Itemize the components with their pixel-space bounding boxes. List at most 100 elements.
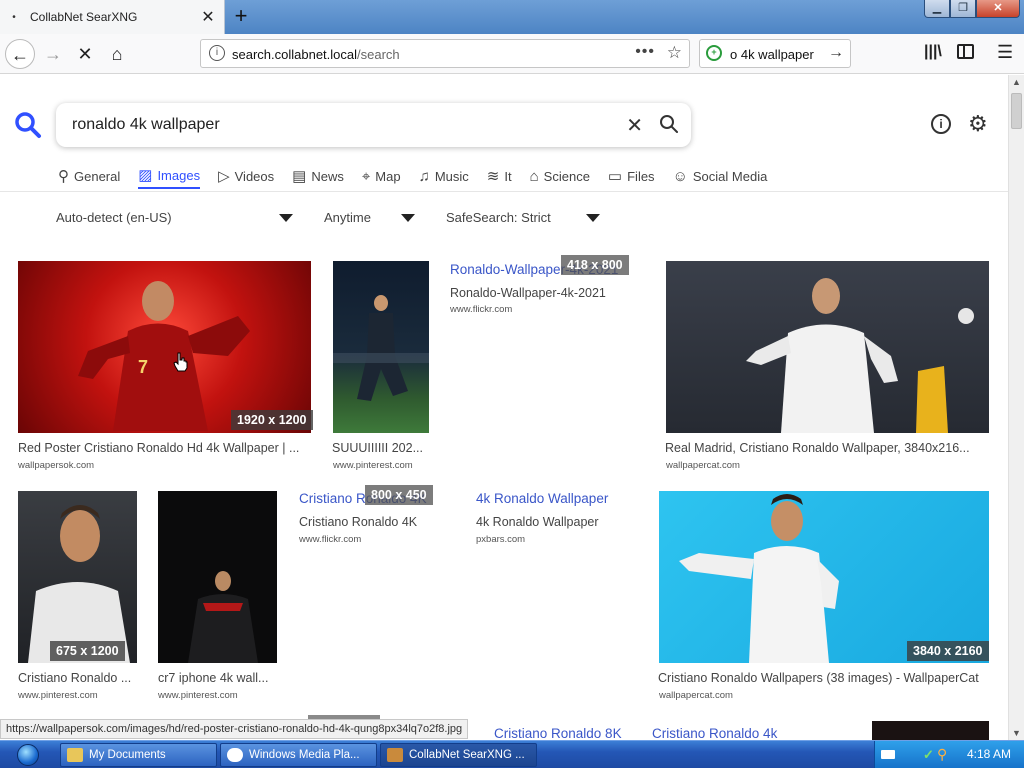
result-title[interactable]: SUUUIIIIII 202... <box>332 441 427 455</box>
stack-icon: ≋ <box>486 168 500 185</box>
safesearch-select[interactable]: SafeSearch: Strict <box>446 210 551 225</box>
time-range-select[interactable]: Anytime <box>324 210 371 225</box>
forward-button[interactable]: → <box>38 39 68 69</box>
site-info-icon[interactable]: i <box>209 45 225 61</box>
result-thumbnail[interactable] <box>158 491 277 663</box>
hamburger-menu-icon[interactable]: ☰ <box>997 42 1013 63</box>
tab-strip: • CollabNet SearXNG ✕ + ▁ ❐ ✕ <box>0 0 1024 34</box>
tab-social-media[interactable]: ☺ Social Media <box>673 163 768 189</box>
image-dimensions: 1920 x 1200 <box>231 410 313 430</box>
result-source[interactable]: www.flickr.com <box>299 534 361 545</box>
result-title[interactable]: Real Madrid, Cristiano Ronaldo Wallpaper… <box>665 441 987 455</box>
result-link[interactable]: Cristiano Ronaldo 8K <box>494 726 622 740</box>
tab-science[interactable]: ⌂ Science <box>530 163 590 189</box>
searxng-logo-icon[interactable] <box>14 111 42 139</box>
chevron-down-icon[interactable] <box>586 214 600 222</box>
search-filters: Auto-detect (en-US) Anytime SafeSearch: … <box>56 210 616 230</box>
scroll-thumb[interactable] <box>1011 93 1022 129</box>
sidebar-toggle-icon[interactable] <box>957 44 974 59</box>
result-source[interactable]: www.pinterest.com <box>158 690 238 701</box>
result-title[interactable]: Cristiano Ronaldo Wallpapers (38 images)… <box>658 671 993 685</box>
ronaldo-real-madrid-image <box>746 278 974 433</box>
maximize-button[interactable]: ❐ <box>950 0 976 18</box>
page-scrollbar[interactable]: ▲ ▼ <box>1008 75 1024 740</box>
folder-icon <box>67 748 83 762</box>
minimize-button[interactable]: ▁ <box>924 0 950 18</box>
url-text[interactable]: search.collabnet.local/search <box>232 47 400 62</box>
browser-icon <box>387 748 403 762</box>
result-thumbnail[interactable] <box>659 491 989 663</box>
page-actions-icon[interactable]: ••• <box>635 43 655 61</box>
result-source[interactable]: www.flickr.com <box>450 304 512 315</box>
image-dimensions: 675 x 1200 <box>50 641 125 661</box>
scroll-down-icon[interactable]: ▼ <box>1012 728 1021 738</box>
taskbar-item-media-player[interactable]: Windows Media Pla... <box>220 743 377 767</box>
close-window-button[interactable]: ✕ <box>976 0 1020 18</box>
tab-videos[interactable]: ▷ Videos <box>218 163 274 189</box>
tab-music[interactable]: ♫ Music <box>419 163 469 189</box>
search-submit-icon[interactable] <box>659 114 679 134</box>
home-button[interactable]: ⌂ <box>102 39 132 69</box>
chevron-down-icon[interactable] <box>401 214 415 222</box>
result-title[interactable]: Ronaldo-Wallpaper-4k-2021 <box>450 286 606 300</box>
browser-search-text[interactable]: o 4k wallpaper <box>730 47 814 62</box>
scroll-up-icon[interactable]: ▲ <box>1012 77 1021 87</box>
chevron-down-icon[interactable] <box>279 214 293 222</box>
taskbar-item-browser[interactable]: CollabNet SearXNG ... <box>380 743 537 767</box>
search-query-box[interactable]: ronaldo 4k wallpaper ✕ <box>56 103 691 147</box>
keyboard-icon[interactable] <box>881 750 895 759</box>
result-link[interactable]: 4k Ronaldo Wallpaper <box>476 491 608 506</box>
result-title[interactable]: Cristiano Ronaldo ... <box>18 671 138 685</box>
result-title[interactable]: Red Poster Cristiano Ronaldo Hd 4k Wallp… <box>18 441 313 455</box>
search-go-icon[interactable]: → <box>828 44 844 62</box>
search-input[interactable]: ronaldo 4k wallpaper <box>72 116 220 134</box>
result-source[interactable]: pxbars.com <box>476 534 525 545</box>
tab-it[interactable]: ≋ It <box>487 163 512 189</box>
result-source[interactable]: wallpapersok.com <box>18 460 94 471</box>
tab-news[interactable]: ▤ News <box>292 163 344 189</box>
tab-close-icon[interactable]: ✕ <box>198 7 218 27</box>
tab-map[interactable]: ⌖ Map <box>362 163 401 189</box>
browser-search-box[interactable]: + o 4k wallpaper → <box>699 39 851 68</box>
result-link[interactable]: Cristiano Ronaldo 4k <box>652 726 777 740</box>
taskbar-item-my-documents[interactable]: My Documents <box>60 743 217 767</box>
search-engine-icon: + <box>706 45 722 61</box>
settings-gear-icon[interactable]: ⚙ <box>968 111 988 137</box>
bookmark-star-icon[interactable]: ☆ <box>667 43 682 63</box>
drive-icon: ▭ <box>607 168 623 185</box>
result-thumbnail[interactable] <box>872 721 989 740</box>
result-thumbnail[interactable] <box>666 261 989 433</box>
back-button[interactable]: ← <box>5 39 35 69</box>
image-icon: ▨ <box>138 167 153 184</box>
result-source[interactable]: www.pinterest.com <box>18 690 98 701</box>
address-bar[interactable]: i search.collabnet.local/search ••• ☆ <box>200 39 690 68</box>
stop-loading-button[interactable]: ✕ <box>70 39 100 69</box>
result-thumbnail[interactable] <box>18 491 137 663</box>
result-thumbnail[interactable]: 7 <box>18 261 311 433</box>
tab-title: CollabNet SearXNG <box>30 10 138 24</box>
result-title[interactable]: cr7 iphone 4k wall... <box>158 671 278 685</box>
browser-tab[interactable]: • CollabNet SearXNG ✕ <box>0 0 225 34</box>
new-tab-button[interactable]: + <box>230 4 252 28</box>
start-button[interactable] <box>2 742 54 768</box>
result-source[interactable]: www.pinterest.com <box>333 460 413 471</box>
tab-files[interactable]: ▭ Files <box>608 163 655 189</box>
info-icon[interactable]: i <box>931 114 951 134</box>
tab-images[interactable]: ▨ Images <box>138 163 201 189</box>
clear-query-icon[interactable]: ✕ <box>626 113 643 138</box>
result-source[interactable]: wallpapercat.com <box>659 690 733 701</box>
library-icon[interactable]: |||\ <box>924 43 942 61</box>
search-results-page: ronaldo 4k wallpaper ✕ i ⚙ ⚲ General ▨ Ima… <box>0 75 1008 740</box>
result-title[interactable]: Cristiano Ronaldo 4K <box>299 515 417 529</box>
ronaldo-portrait-image <box>28 505 130 663</box>
magnifier-icon[interactable]: ⚲ <box>937 746 947 763</box>
result-source[interactable]: wallpapercat.com <box>666 460 740 471</box>
header-divider <box>0 191 1008 192</box>
cr7-dark-image <box>188 571 258 663</box>
clock[interactable]: 4:18 AM <box>967 747 1011 761</box>
result-title[interactable]: 4k Ronaldo Wallpaper <box>476 515 599 529</box>
language-select[interactable]: Auto-detect (en-US) <box>56 210 172 225</box>
tab-general[interactable]: ⚲ General <box>58 163 120 189</box>
network-icon[interactable]: ✓ <box>923 747 934 763</box>
result-thumbnail[interactable] <box>333 261 429 433</box>
